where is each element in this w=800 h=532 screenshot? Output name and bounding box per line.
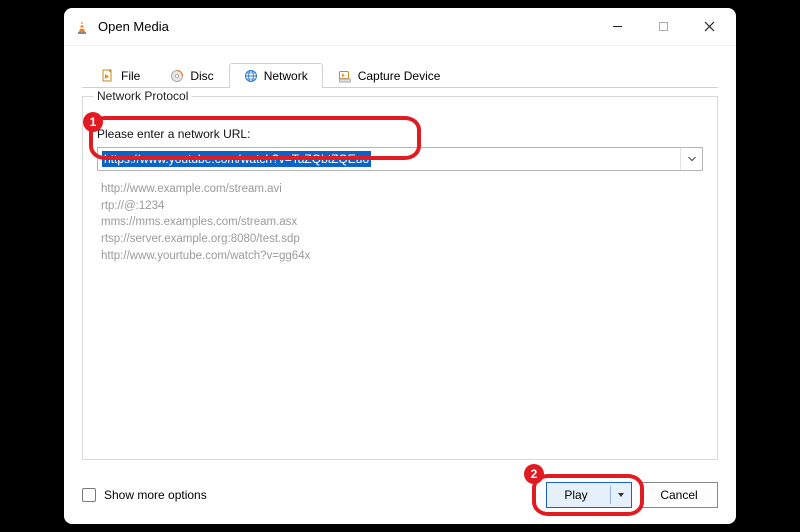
url-examples: http://www.example.com/stream.avi rtp://… [101, 181, 699, 264]
url-label: Please enter a network URL: [97, 127, 703, 141]
network-icon [244, 69, 258, 83]
play-dropdown-button[interactable] [611, 491, 631, 499]
close-button[interactable] [686, 11, 732, 43]
tab-label: Capture Device [358, 69, 441, 83]
network-protocol-group: Network Protocol Please enter a network … [82, 96, 718, 460]
example-url: http://www.yourtube.com/watch?v=gg64x [101, 248, 699, 265]
show-more-options-checkbox[interactable] [82, 488, 96, 502]
vlc-cone-icon [74, 19, 90, 35]
tab-capture-device[interactable]: Capture Device [323, 63, 456, 88]
tab-label: Network [264, 69, 308, 83]
tab-label: File [121, 69, 140, 83]
capture-device-icon [338, 69, 352, 83]
url-input[interactable]: https://www.youtube.com/watch?v=TaZQbtZQ… [98, 148, 680, 170]
show-more-options[interactable]: Show more options [82, 488, 207, 502]
titlebar: Open Media [64, 8, 736, 46]
chevron-down-icon [687, 154, 697, 164]
dialog-content: File Disc Network Capture Device [64, 46, 736, 472]
cancel-button[interactable]: Cancel [640, 482, 718, 508]
tab-file[interactable]: File [86, 63, 155, 88]
url-combobox: https://www.youtube.com/watch?v=TaZQbtZQ… [97, 147, 703, 171]
example-url: mms://mms.examples.com/stream.asx [101, 214, 699, 231]
file-icon [101, 69, 115, 83]
dialog-footer: Show more options 2 Play Cancel [64, 472, 736, 524]
tab-network[interactable]: Network [229, 63, 323, 88]
minimize-button[interactable] [594, 11, 640, 43]
tab-label: Disc [190, 69, 213, 83]
footer-buttons: 2 Play Cancel [546, 482, 718, 508]
open-media-window: Open Media File [64, 8, 736, 524]
window-title: Open Media [98, 19, 169, 34]
play-button[interactable]: Play [546, 482, 632, 508]
button-divider [610, 486, 611, 504]
triangle-down-icon [617, 491, 625, 499]
combobox-dropdown-button[interactable] [680, 148, 702, 170]
url-value-selected: https://www.youtube.com/watch?v=TaZQbtZQ… [102, 151, 371, 167]
cancel-button-label: Cancel [660, 488, 697, 502]
group-title: Network Protocol [93, 89, 192, 103]
tab-disc[interactable]: Disc [155, 63, 228, 88]
window-controls [594, 11, 732, 43]
maximize-button[interactable] [640, 11, 686, 43]
example-url: rtp://@:1234 [101, 198, 699, 215]
example-url: http://www.example.com/stream.avi [101, 181, 699, 198]
disc-icon [170, 69, 184, 83]
play-button-label: Play [547, 488, 611, 502]
example-url: rtsp://server.example.org:8080/test.sdp [101, 231, 699, 248]
show-more-options-label: Show more options [104, 488, 207, 502]
tabs: File Disc Network Capture Device [82, 62, 718, 88]
